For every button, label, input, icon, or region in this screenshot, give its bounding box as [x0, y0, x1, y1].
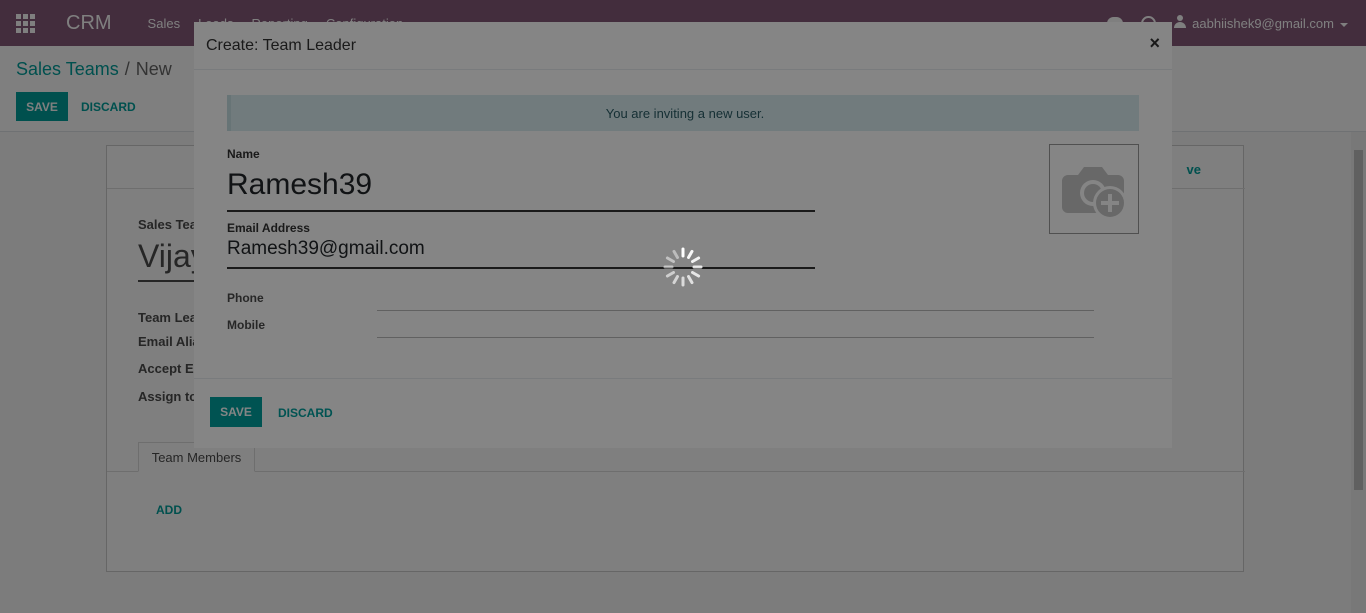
spinner-icon: [663, 247, 703, 287]
loading-overlay: [194, 22, 1172, 448]
